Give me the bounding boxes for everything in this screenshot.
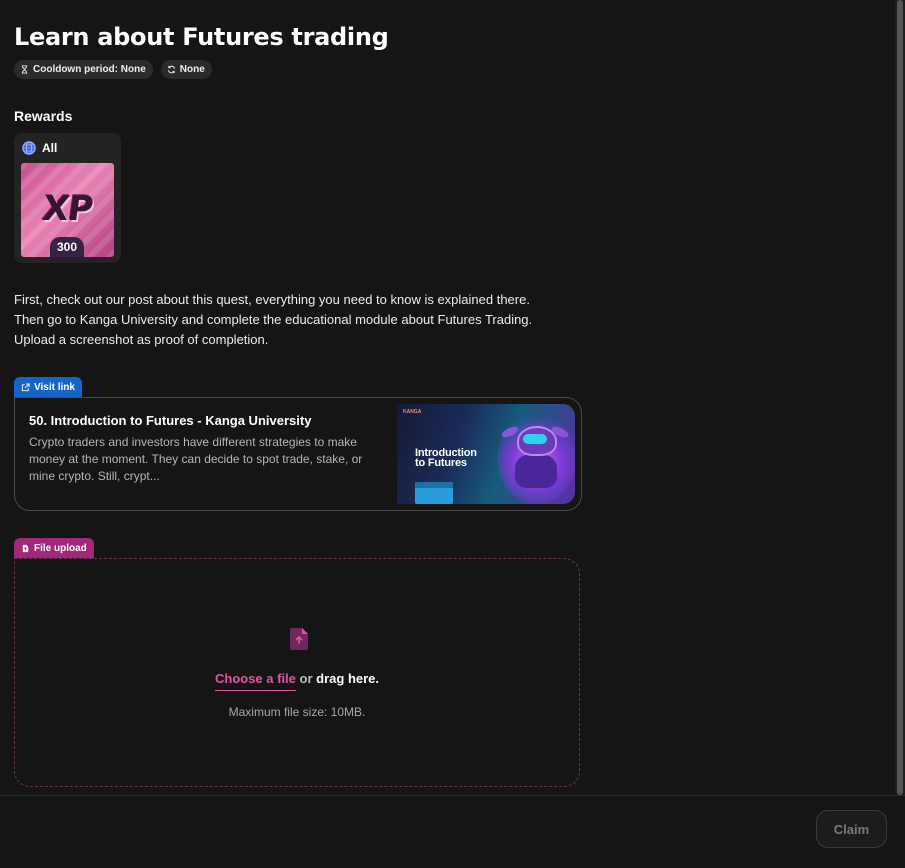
upload-instructions: Choose a file or drag here.	[15, 671, 579, 691]
file-drop-zone[interactable]: Choose a file or drag here. Maximum file…	[14, 558, 580, 787]
refresh-icon	[167, 65, 175, 74]
thumbnail-brand: KANGA	[403, 409, 422, 415]
reward-scope-label: All	[42, 141, 58, 155]
file-upload-icon	[290, 628, 308, 650]
scrollbar-thumb[interactable]	[897, 0, 903, 795]
thumbnail-title: Introduction to Futures	[415, 448, 477, 469]
choose-file-link[interactable]: Choose a file	[214, 671, 296, 691]
repeat-label: None	[179, 64, 205, 75]
cooldown-label: Cooldown period: None	[33, 64, 146, 75]
upload-or-text: or	[299, 671, 313, 686]
xp-reward-image: XP 300	[21, 163, 114, 257]
link-description: Crypto traders and investors have differ…	[29, 435, 363, 483]
drag-here-text: drag here.	[316, 671, 380, 686]
repeat-badge: None	[160, 60, 212, 79]
link-thumbnail: KANGA Introduction to Futures	[397, 404, 575, 504]
cooldown-badge: Cooldown period: None	[14, 60, 153, 79]
globe-icon	[22, 141, 36, 155]
max-file-size: Maximum file size: 10MB.	[228, 705, 366, 719]
thumbnail-astronaut-body	[515, 454, 557, 488]
claim-button[interactable]: Claim	[816, 810, 887, 848]
external-link-icon	[21, 382, 30, 391]
quest-content: Learn about Futures trading Cooldown per…	[0, 0, 895, 795]
description-line-2: Then go to Kanga University and complete…	[14, 312, 533, 327]
thumbnail-visor	[523, 434, 547, 444]
description-line-3: Upload a screenshot as proof of completi…	[14, 332, 269, 347]
visit-link-tag-label: Visit link	[34, 381, 75, 393]
description-line-1: First, check out our post about this que…	[14, 292, 530, 307]
hourglass-icon	[21, 65, 28, 74]
rewards-heading: Rewards	[14, 108, 73, 124]
xp-amount-badge: 300	[50, 237, 84, 257]
page-title: Learn about Futures trading	[14, 23, 389, 51]
thumbnail-panel-header	[415, 482, 453, 488]
quest-meta-chips: Cooldown period: None None	[14, 60, 212, 79]
reward-card: All XP 300	[14, 133, 121, 263]
visit-link-card[interactable]: 50. Introduction to Futures - Kanga Univ…	[14, 397, 582, 511]
file-upload-tag: File upload	[14, 538, 94, 558]
file-icon	[22, 544, 29, 552]
visit-link-tag: Visit link	[14, 377, 82, 397]
xp-logo-text: XP	[40, 189, 95, 229]
file-upload-tag-label: File upload	[34, 542, 87, 554]
footer-bar: Claim	[0, 795, 905, 868]
quest-description: First, check out our post about this que…	[14, 290, 574, 350]
reward-scope: All	[21, 140, 57, 156]
thumbnail-title-line-2: to Futures	[415, 457, 467, 469]
link-title: 50. Introduction to Futures - Kanga Univ…	[29, 413, 312, 428]
vertical-scrollbar[interactable]	[895, 0, 905, 795]
